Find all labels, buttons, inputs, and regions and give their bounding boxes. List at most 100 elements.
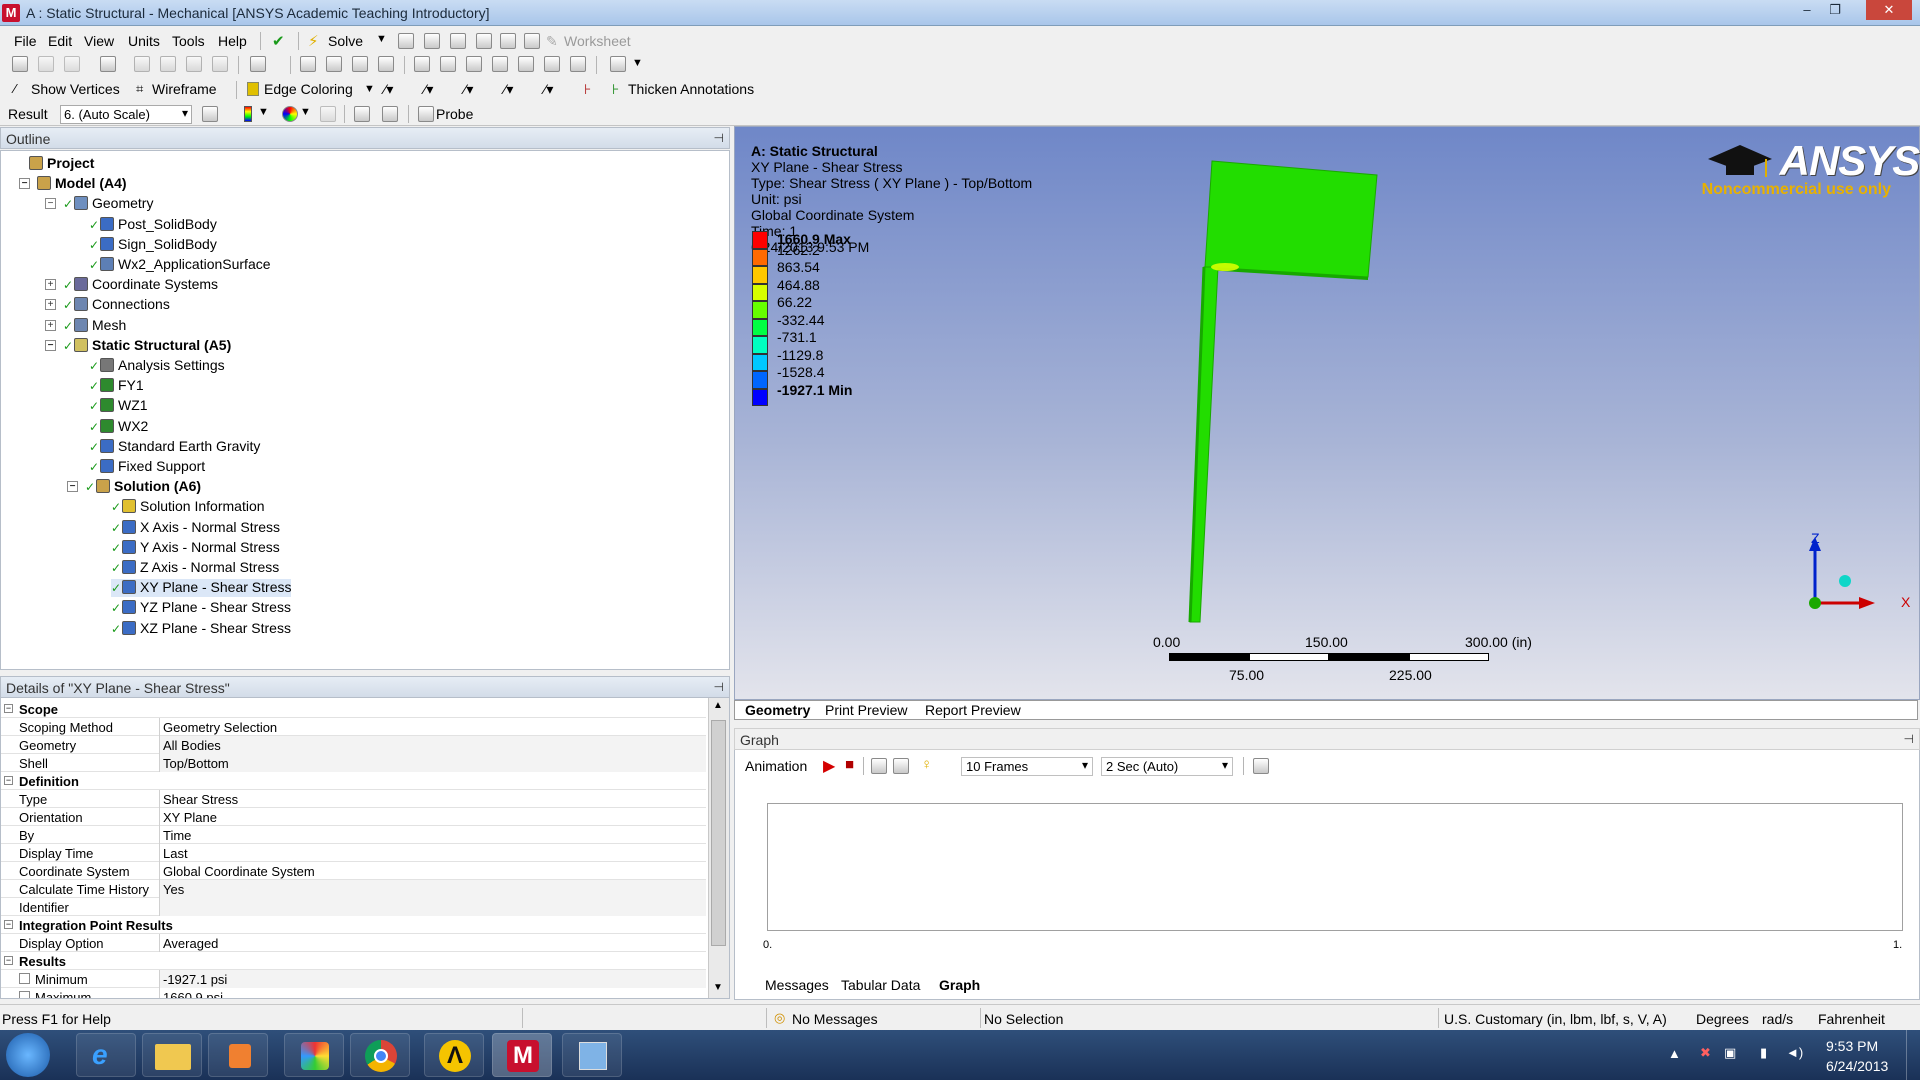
tab-graph[interactable]: Graph (939, 977, 980, 993)
show-vertices-button[interactable]: Show Vertices (31, 81, 120, 97)
contour-dropdown-icon[interactable]: ▼ (258, 106, 269, 118)
tree-item-z-axis-normal-stress[interactable]: ✓ Z Axis - Normal Stress (111, 559, 279, 577)
details-value[interactable]: Top/Bottom (163, 756, 229, 771)
tree-item-connections[interactable]: + ✓ Connections (45, 296, 170, 314)
notebook-icon[interactable] (562, 1033, 622, 1077)
edge-style-2-icon[interactable]: ⁄▾ (424, 81, 433, 98)
tree-item-solution-information[interactable]: ✓ Solution Information (111, 498, 265, 516)
network-error-icon[interactable]: ✖ (1700, 1045, 1711, 1061)
details-row[interactable]: By Time (1, 826, 706, 844)
body-select-icon[interactable] (160, 56, 176, 72)
menu-edit[interactable]: Edit (48, 33, 72, 49)
details-scrollbar[interactable]: ▲ ▼ (708, 698, 729, 998)
start-button[interactable] (6, 1033, 50, 1077)
close-button[interactable]: ✕ (1866, 0, 1912, 20)
expand-toggle-icon[interactable]: + (45, 279, 56, 291)
lightbulb-icon[interactable]: ♀ (921, 756, 932, 773)
menu-file[interactable]: File (14, 33, 37, 49)
viewports-icon[interactable] (610, 56, 626, 72)
image-icon[interactable] (500, 33, 516, 49)
set-view-icon[interactable] (544, 56, 560, 72)
extend-select-icon[interactable] (186, 56, 202, 72)
status-rot-unit[interactable]: rad/s (1762, 1011, 1793, 1027)
signal-icon[interactable]: ▮ (1760, 1045, 1767, 1061)
ansys-workbench-icon[interactable]: Λ (424, 1033, 484, 1077)
tree-item-sign-solidbody[interactable]: ✓ Sign_SolidBody (89, 236, 217, 254)
tab-messages[interactable]: Messages (765, 977, 829, 993)
clipboard-icon[interactable] (250, 56, 266, 72)
result-sets-icon[interactable] (893, 758, 909, 774)
details-row[interactable]: Shell Top/Bottom (1, 754, 706, 772)
vector-icon[interactable] (320, 106, 336, 122)
tree-item-x-axis-normal-stress[interactable]: ✓ X Axis - Normal Stress (111, 519, 280, 537)
tree-item-solution-a6[interactable]: − ✓ Solution (A6) (67, 478, 201, 496)
worksheet-button[interactable]: Worksheet (564, 33, 631, 49)
zoom-to-fit-icon[interactable] (414, 56, 430, 72)
previous-view-icon[interactable] (466, 56, 482, 72)
tree-item-xy-plane-shear-stress[interactable]: ✓ XY Plane - Shear Stress (111, 579, 292, 598)
tree-item-model-a4[interactable]: − Model (A4) (19, 175, 127, 193)
details-row[interactable]: Maximum 1660.9 psi (1, 988, 706, 998)
probe-button[interactable]: Probe (436, 106, 473, 122)
restore-button[interactable]: ❐ (1822, 0, 1848, 20)
details-group-integration-point-results[interactable]: − Integration Point Results (1, 916, 706, 934)
details-value[interactable]: Yes (163, 882, 184, 897)
edge-dropdown-icon[interactable]: ▼ (300, 106, 311, 118)
solve-dropdown-icon[interactable]: ▼ (376, 33, 387, 45)
table-icon[interactable] (450, 33, 466, 49)
tree-item-mesh[interactable]: + ✓ Mesh (45, 317, 126, 335)
file-explorer-icon[interactable] (142, 1033, 202, 1077)
tree-item-xz-plane-shear-stress[interactable]: ✓ XZ Plane - Shear Stress (111, 620, 291, 638)
details-row[interactable]: Orientation XY Plane (1, 808, 706, 826)
annotation-icon[interactable] (476, 33, 492, 49)
edge-style-3-icon[interactable]: ⁄▾ (464, 81, 473, 98)
print-icon[interactable] (570, 56, 586, 72)
tab-geometry[interactable]: Geometry (745, 702, 810, 718)
tab-tabular-data[interactable]: Tabular Data (841, 977, 920, 993)
min-label-icon[interactable] (382, 106, 398, 122)
checkbox[interactable] (19, 973, 30, 984)
pan-icon[interactable] (326, 56, 342, 72)
details-row[interactable]: Display Time Last (1, 844, 706, 862)
tray-arrow-icon[interactable]: ▲ (1668, 1046, 1681, 1061)
zoom-icon[interactable] (352, 56, 368, 72)
edge-style-4-icon[interactable]: ⁄▾ (504, 81, 513, 98)
media-player-icon[interactable] (208, 1033, 268, 1077)
distributed-frames-icon[interactable] (871, 758, 887, 774)
tree-item-yz-plane-shear-stress[interactable]: ✓ YZ Plane - Shear Stress (111, 599, 291, 617)
tree-item-fixed-support[interactable]: ✓ Fixed Support (89, 458, 205, 476)
stop-icon[interactable]: ■ (845, 756, 854, 773)
mechanical-icon[interactable]: M (492, 1033, 552, 1077)
contact-icon[interactable]: ⊦ (584, 81, 591, 98)
checkbox[interactable] (19, 991, 30, 998)
tree-item-wx2-applicationsurface[interactable]: ✓ Wx2_ApplicationSurface (89, 256, 271, 274)
details-row[interactable]: Minimum -1927.1 psi (1, 970, 706, 988)
status-temp-unit[interactable]: Fahrenheit (1818, 1011, 1885, 1027)
tree-item-analysis-settings[interactable]: ✓ Analysis Settings (89, 357, 225, 375)
edge-style-1-icon[interactable]: ⁄▾ (384, 81, 393, 98)
tab-report-preview[interactable]: Report Preview (925, 702, 1021, 718)
details-row[interactable]: Coordinate System Global Coordinate Syste… (1, 862, 706, 880)
show-desktop-button[interactable] (1906, 1030, 1920, 1080)
tree-item-project[interactable]: Project (29, 155, 94, 173)
collapse-icon[interactable]: − (4, 776, 13, 785)
details-value[interactable]: Time (163, 828, 191, 843)
face-select-icon[interactable] (134, 56, 150, 72)
details-row[interactable]: Display Option Averaged (1, 934, 706, 952)
expand-toggle-icon[interactable]: + (45, 319, 56, 331)
clock-time[interactable]: 9:53 PM (1826, 1038, 1878, 1054)
frames-dropdown[interactable]: 10 Frames (961, 757, 1093, 776)
details-row[interactable]: Identifier (1, 898, 706, 916)
magnifier-icon[interactable] (440, 56, 456, 72)
next-view-icon[interactable] (492, 56, 508, 72)
wireframe-button[interactable]: Wireframe (152, 81, 217, 97)
edge-coloring-dropdown-icon[interactable]: ▼ (364, 83, 375, 95)
cursor-icon[interactable] (100, 56, 116, 72)
edge-select-icon[interactable] (64, 56, 80, 72)
check-icon[interactable]: ✔ (272, 32, 285, 50)
details-value[interactable]: Global Coordinate System (163, 864, 315, 879)
minimize-button[interactable]: – (1794, 0, 1820, 20)
tree-item-geometry[interactable]: − ✓ Geometry (45, 195, 153, 213)
status-angle-unit[interactable]: Degrees (1696, 1011, 1749, 1027)
collapse-icon[interactable]: − (4, 704, 13, 713)
